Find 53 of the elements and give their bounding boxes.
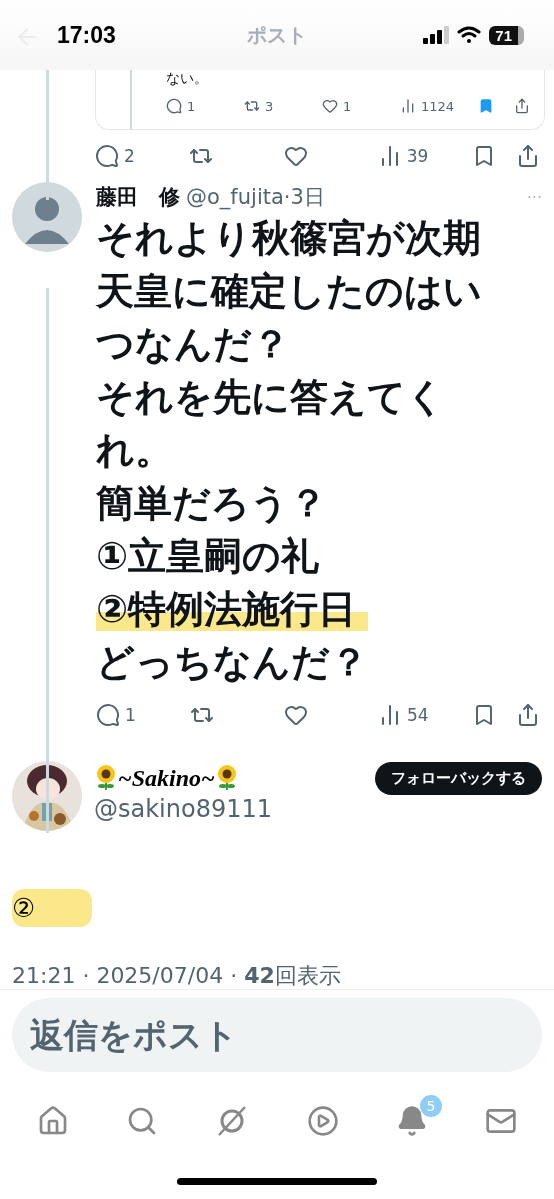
post-text-line: それより秋篠宮が次期	[96, 215, 481, 262]
share-icon	[516, 144, 540, 168]
quoted-post-text: ない。	[166, 70, 209, 88]
views-button[interactable]: 1124	[400, 98, 455, 114]
post-text-line: つなんだ？	[96, 321, 290, 368]
repost-icon	[244, 98, 260, 114]
notification-badge: 5	[419, 1095, 442, 1117]
repost-button[interactable]: 3	[244, 98, 274, 114]
play-icon[interactable]	[306, 1105, 339, 1137]
reply-button[interactable]: 2	[95, 144, 135, 168]
reply-text: ②	[12, 889, 92, 927]
reply-field[interactable]: 返信をポスト	[12, 998, 542, 1072]
speech-bubble-icon	[95, 144, 119, 168]
views-button[interactable]: 54	[378, 703, 429, 727]
reply-author-handle: @sakino89111	[94, 795, 274, 823]
speech-bubble-icon	[96, 703, 120, 727]
header-title: ポスト	[247, 21, 307, 49]
bar-chart-icon	[400, 98, 416, 114]
post-text-line: それを先に答えてく	[96, 374, 445, 421]
follow-back-button[interactable]: フォローバックする	[375, 761, 542, 795]
post-text-line: ①立皇嗣の礼	[96, 533, 320, 580]
like-button[interactable]: 1	[322, 98, 352, 114]
signal-icon	[423, 26, 450, 44]
post-text-line: 天皇に確定したのはい	[96, 268, 482, 315]
heart-icon	[284, 703, 308, 727]
bookmark-icon	[478, 98, 494, 114]
share-button[interactable]	[516, 703, 540, 727]
quoted-post-card[interactable]: ない。 1 3 1 1124	[95, 70, 545, 130]
battery-indicator: 71	[489, 25, 524, 45]
bookmark-button[interactable]	[478, 98, 494, 114]
heart-icon	[283, 144, 308, 168]
search-icon[interactable]	[126, 1105, 158, 1137]
share-button[interactable]	[514, 98, 530, 114]
wifi-icon	[457, 26, 482, 44]
post-text-line: どっちなんだ？	[96, 639, 368, 686]
status-time: 17:03	[57, 21, 116, 49]
reply-button[interactable]: 1	[166, 98, 196, 114]
author-name[interactable]: 藤田 修	[96, 183, 180, 211]
speech-bubble-icon	[166, 98, 182, 114]
post-text-line: れ。	[96, 427, 173, 474]
sunflower-icon	[94, 765, 118, 791]
post-text-line: 簡単だろう？	[96, 480, 327, 527]
reply-button[interactable]: 1	[96, 703, 136, 727]
share-icon	[516, 703, 540, 727]
heart-icon	[322, 98, 338, 114]
like-button[interactable]	[284, 703, 308, 727]
post-timestamp: 21:21 · 2025/07/04 · 42回表示	[12, 962, 342, 989]
author-handle-time: @o_fujita·3日	[186, 184, 325, 211]
share-button[interactable]	[516, 144, 540, 168]
share-icon	[514, 98, 530, 114]
reply-author-name[interactable]: ~Sakino~	[118, 764, 215, 792]
views-button[interactable]: 39	[377, 144, 429, 168]
like-button[interactable]	[283, 144, 308, 168]
